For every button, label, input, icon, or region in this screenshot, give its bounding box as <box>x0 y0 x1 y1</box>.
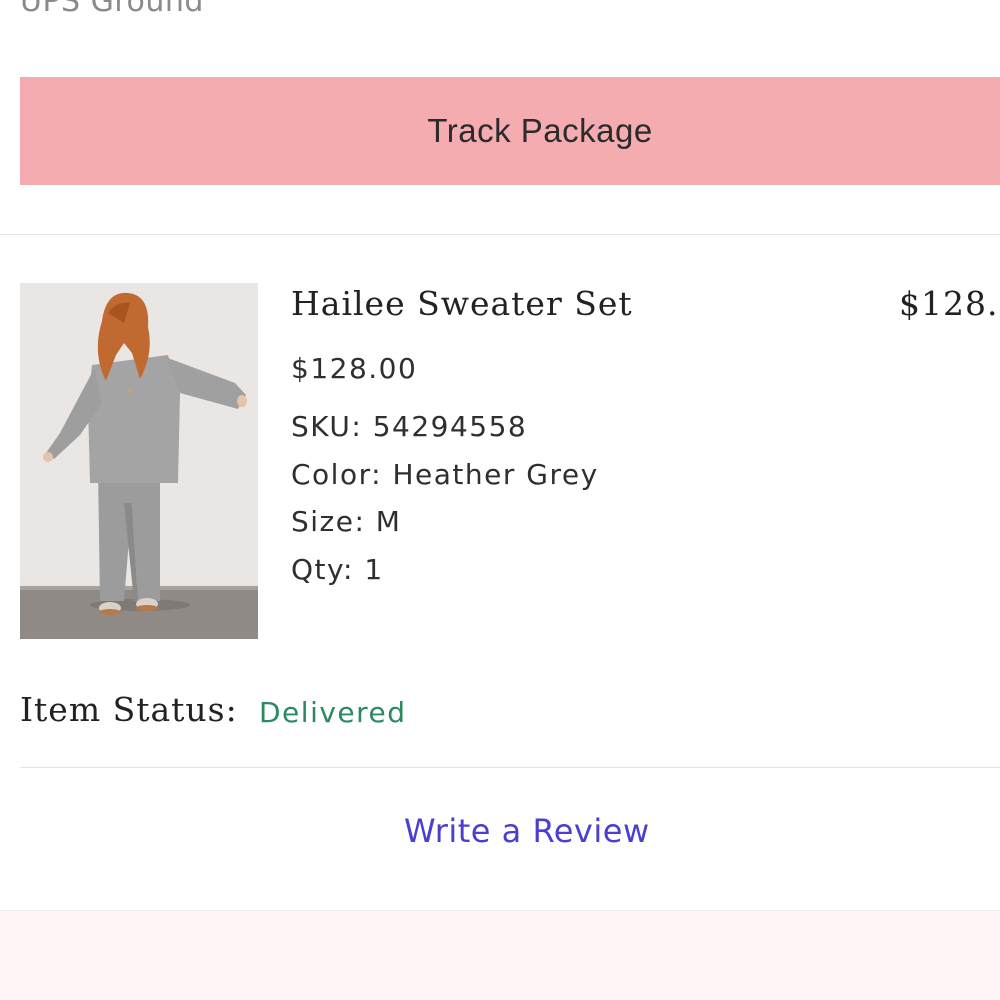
write-review-link[interactable]: Write a Review <box>404 812 650 850</box>
product-quantity: Qty: 1 <box>291 553 384 586</box>
product-line-total: $128.00 <box>899 284 1000 323</box>
track-package-label: Track Package <box>427 112 653 149</box>
product-color: Color: Heather Grey <box>291 458 599 491</box>
footer-band <box>0 911 1000 1000</box>
product-price: $128.00 <box>291 352 418 385</box>
product-sku: SKU: 54294558 <box>291 410 528 443</box>
order-item-page: UPS Ground Track Package Hailee Sweater … <box>0 0 1000 1000</box>
item-status-label: Item Status: <box>20 690 238 729</box>
track-package-button[interactable]: Track Package <box>20 77 1000 185</box>
section-divider <box>0 234 1000 235</box>
product-name[interactable]: Hailee Sweater Set <box>291 284 633 323</box>
section-divider <box>20 767 1000 768</box>
item-status-badge: Delivered <box>259 696 407 729</box>
product-size: Size: M <box>291 505 402 538</box>
shipping-method-label: UPS Ground <box>20 0 204 19</box>
product-image[interactable] <box>20 283 258 639</box>
